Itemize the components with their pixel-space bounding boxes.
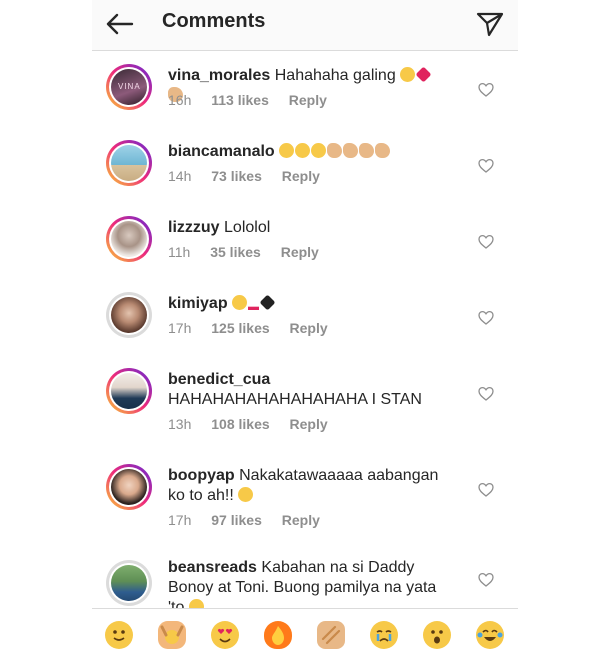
clapping-hands-emoji — [343, 143, 359, 158]
heart-icon[interactable] — [478, 234, 494, 250]
username[interactable]: benedict_cua — [168, 371, 270, 388]
heart-icon[interactable] — [478, 310, 494, 326]
comment-meta: 14h 73 likes Reply — [168, 168, 320, 184]
comment-text: beansreads Kabahan na si Daddy Bonoy at … — [168, 558, 448, 608]
avatar[interactable] — [106, 216, 152, 262]
comment-text: benedict_cua HAHAHAHAHAHAHAHAHA I STAN — [168, 371, 422, 408]
clapping-hands-emoji — [375, 143, 391, 158]
comment-meta: 17h 97 likes Reply — [168, 512, 320, 528]
comment-meta: 13h 108 likes Reply — [168, 416, 328, 432]
username[interactable]: biancamanalo — [168, 143, 275, 160]
comment-item: biancamanalo 14h 73 likes Reply — [92, 136, 518, 206]
reply-button[interactable]: Reply — [290, 416, 328, 432]
reply-button[interactable]: Reply — [282, 512, 320, 528]
comment-item: kimiyap ▬ 17h 125 likes Reply — [92, 288, 518, 358]
red-heart-emoji — [415, 66, 432, 83]
heart-icon[interactable] — [478, 82, 494, 98]
avatar[interactable] — [106, 140, 152, 186]
reply-button[interactable]: Reply — [281, 244, 319, 260]
username[interactable]: beansreads — [168, 559, 257, 576]
heart-eyes-icon[interactable] — [211, 621, 239, 649]
paper-plane-icon[interactable] — [474, 8, 506, 40]
rofl-emoji — [311, 143, 327, 158]
likes-count[interactable]: 35 likes — [210, 244, 261, 260]
avatar[interactable]: VINA — [106, 64, 152, 110]
username[interactable]: vina_morales — [168, 67, 270, 84]
avatar[interactable] — [106, 368, 152, 414]
avatar[interactable] — [106, 560, 152, 606]
username[interactable]: kimiyap — [168, 295, 228, 312]
likes-count[interactable]: 108 likes — [211, 416, 269, 432]
crying-face-icon[interactable] — [370, 621, 398, 649]
grinning-sweat-emoji — [188, 599, 204, 608]
fire-icon[interactable] — [264, 621, 292, 649]
avatar[interactable] — [106, 292, 152, 338]
reply-button[interactable]: Reply — [290, 320, 328, 336]
likes-count[interactable]: 97 likes — [211, 512, 262, 528]
comment-text: boopyap Nakakatawaaaaa aabangan ko to ah… — [168, 467, 439, 504]
comment-meta: 11h 35 likes Reply — [168, 244, 319, 260]
username[interactable]: lizzzuy — [168, 219, 220, 236]
comment-item: boopyap Nakakatawaaaaa aabangan ko to ah… — [92, 460, 518, 550]
reply-button[interactable]: Reply — [282, 168, 320, 184]
quick-emoji-bar — [92, 608, 518, 661]
surprised-face-icon[interactable] — [423, 621, 451, 649]
phone-screen: Comments VINA vina_morales Hahahaha gali… — [92, 0, 518, 661]
rofl-emoji — [232, 295, 248, 310]
likes-count[interactable]: 125 likes — [211, 320, 269, 336]
heart-icon[interactable] — [478, 386, 494, 402]
comment-item: VINA vina_morales Hahahaha galing 16h 11… — [92, 60, 518, 130]
clapping-hands-emoji — [327, 143, 343, 158]
likes-count[interactable]: 73 likes — [211, 168, 262, 184]
heart-icon[interactable] — [478, 572, 494, 588]
avatar[interactable] — [106, 464, 152, 510]
comment-meta: 16h 113 likes Reply — [168, 92, 327, 108]
comment-meta: 17h 125 likes Reply — [168, 320, 328, 336]
heart-icon[interactable] — [478, 158, 494, 174]
comment-item: lizzzuy Lololol 11h 35 likes Reply — [92, 212, 518, 282]
clapping-hands-icon[interactable] — [317, 621, 345, 649]
comment-text: biancamanalo — [168, 142, 448, 162]
hundred-points-emoji: ▬ — [248, 301, 260, 313]
rofl-emoji — [238, 487, 254, 502]
reply-button[interactable]: Reply — [289, 92, 327, 108]
comment-text: lizzzuy Lololol — [168, 219, 271, 236]
likes-count[interactable]: 113 likes — [211, 92, 269, 108]
comment-list[interactable]: VINA vina_morales Hahahaha galing 16h 11… — [92, 50, 518, 608]
clapping-hands-emoji — [359, 143, 375, 158]
page-title: Comments — [162, 10, 266, 32]
rofl-emoji — [295, 143, 311, 158]
heart-icon[interactable] — [478, 482, 494, 498]
tears-of-joy-icon[interactable] — [476, 621, 504, 649]
comments-header: Comments — [92, 0, 518, 51]
comment-item: beansreads Kabahan na si Daddy Bonoy at … — [92, 556, 518, 608]
raising-hands-icon[interactable] — [158, 621, 186, 649]
rofl-emoji — [279, 143, 295, 158]
slightly-smiling-face-icon[interactable] — [105, 621, 133, 649]
grinning-sweat-emoji — [400, 67, 416, 82]
comment-text: kimiyap ▬ — [168, 294, 448, 314]
username[interactable]: boopyap — [168, 467, 235, 484]
comment-item: benedict_cua HAHAHAHAHAHAHAHAHA I STAN 1… — [92, 364, 518, 454]
back-arrow-icon[interactable] — [104, 8, 136, 40]
black-heart-emoji — [259, 294, 276, 311]
